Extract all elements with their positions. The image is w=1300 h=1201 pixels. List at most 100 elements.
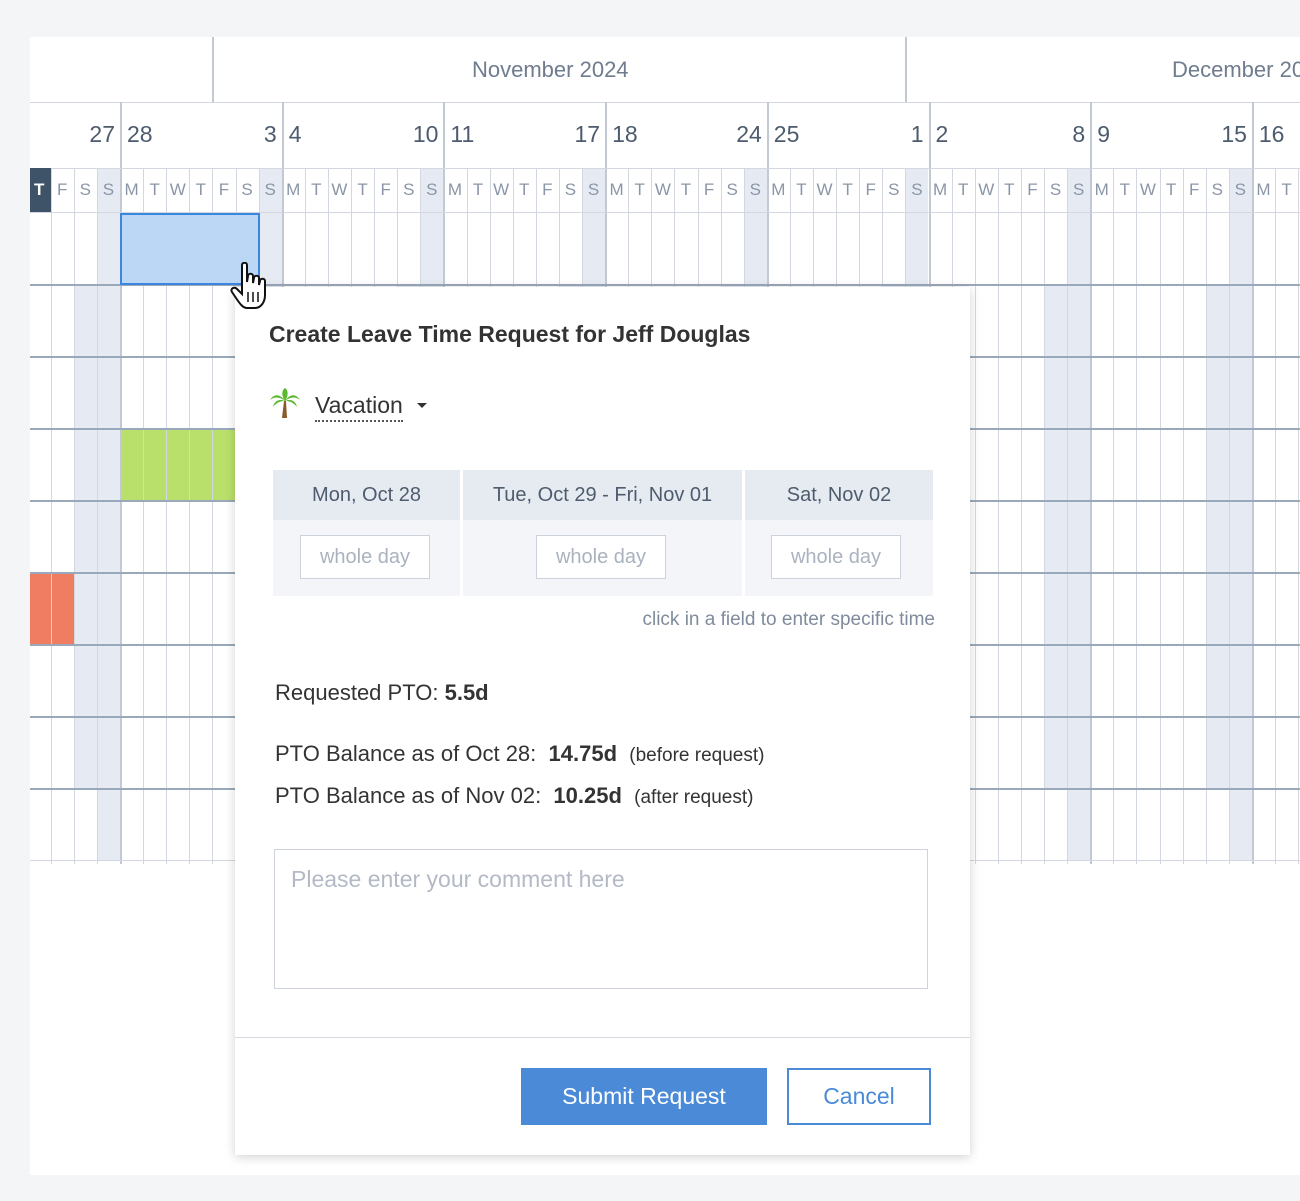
day-letter[interactable]: W — [328, 168, 351, 212]
day-letter[interactable]: T — [628, 168, 651, 212]
date-column-header: Mon, Oct 28 — [273, 470, 460, 520]
day-letter[interactable]: W — [651, 168, 674, 212]
comment-input[interactable] — [274, 849, 928, 989]
day-letter[interactable]: M — [443, 168, 466, 212]
day-letter[interactable]: S — [1206, 168, 1229, 212]
day-letter[interactable]: W — [490, 168, 513, 212]
day-letter[interactable]: T — [790, 168, 813, 212]
day-letter[interactable]: T — [513, 168, 536, 212]
day-letter[interactable]: M — [929, 168, 952, 212]
time-field[interactable]: whole day — [300, 535, 430, 579]
weekend-shade — [96, 645, 120, 717]
day-letter[interactable]: S — [559, 168, 582, 212]
weekend-shade — [1228, 789, 1252, 861]
weekend-shade — [1067, 717, 1091, 789]
day-divider — [974, 168, 976, 864]
cancel-button[interactable]: Cancel — [787, 1068, 931, 1125]
day-letter[interactable]: T — [836, 168, 859, 212]
day-letter[interactable]: F — [1183, 168, 1206, 212]
day-letter[interactable]: S — [744, 168, 767, 212]
footer-divider — [235, 1037, 970, 1038]
day-letter[interactable]: T — [351, 168, 374, 212]
dialog-title: Create Leave Time Request for Jeff Dougl… — [269, 321, 751, 347]
day-letter[interactable]: W — [1136, 168, 1159, 212]
day-letter[interactable]: T — [998, 168, 1021, 212]
day-letter[interactable]: S — [582, 168, 605, 212]
today-day-letter[interactable]: T — [30, 168, 51, 212]
day-letter[interactable]: T — [305, 168, 328, 212]
day-letter[interactable]: F — [536, 168, 559, 212]
weekend-shade — [1067, 573, 1091, 645]
day-letter[interactable]: T — [467, 168, 490, 212]
weekend-shade — [1228, 717, 1252, 789]
weekend-shade — [1067, 357, 1091, 429]
day-letter[interactable]: S — [97, 168, 120, 212]
weekend-shade — [582, 213, 606, 285]
day-letter[interactable]: S — [397, 168, 420, 212]
weekend-shade — [96, 429, 120, 501]
weekend-shade — [1044, 429, 1068, 501]
day-divider — [997, 168, 999, 864]
day-letter[interactable]: M — [767, 168, 790, 212]
day-letter[interactable]: T — [189, 168, 212, 212]
week-start-label: 25 — [773, 121, 800, 147]
day-letter[interactable]: S — [1067, 168, 1090, 212]
day-divider — [1228, 168, 1230, 864]
day-letter[interactable]: F — [698, 168, 721, 212]
day-letter[interactable]: S — [882, 168, 905, 212]
weekend-shade — [1044, 717, 1068, 789]
day-letter[interactable]: F — [51, 168, 74, 212]
date-column-header: Tue, Oct 29 - Fri, Nov 01 — [463, 470, 742, 520]
weekend-shade — [1067, 429, 1091, 501]
day-letter[interactable]: W — [166, 168, 189, 212]
day-divider — [1044, 168, 1045, 864]
day-letter[interactable]: T — [674, 168, 697, 212]
weekend-shade — [1205, 645, 1229, 717]
time-field[interactable]: whole day — [536, 535, 666, 579]
weekend-shade — [96, 573, 120, 645]
day-letter[interactable]: S — [74, 168, 97, 212]
week-end-label: 24 — [736, 121, 762, 147]
balance-after-note: (after request) — [634, 787, 754, 808]
day-letter[interactable]: T — [1275, 168, 1298, 212]
week-start-label: 4 — [288, 121, 302, 147]
day-divider — [1159, 168, 1161, 864]
month-divider — [212, 37, 215, 102]
day-letter[interactable]: M — [282, 168, 305, 212]
week-end-label: 10 — [412, 121, 439, 147]
day-letter[interactable]: M — [1252, 168, 1275, 212]
day-letter[interactable]: F — [859, 168, 882, 212]
requested-pto: Requested PTO: 5.5d — [275, 680, 489, 706]
day-letter[interactable]: F — [212, 168, 235, 212]
day-letter[interactable]: W — [813, 168, 836, 212]
day-letter[interactable]: F — [374, 168, 397, 212]
day-letter[interactable]: S — [905, 168, 928, 212]
day-letter[interactable]: M — [1090, 168, 1113, 212]
day-letter[interactable]: S — [259, 168, 282, 212]
time-field[interactable]: whole day — [771, 535, 901, 579]
leave-block[interactable] — [30, 573, 74, 645]
weekend-shade — [1205, 573, 1229, 645]
day-letter[interactable]: F — [1021, 168, 1044, 212]
day-letter[interactable]: S — [1229, 168, 1252, 212]
weekend-shade — [73, 429, 97, 501]
caret-down-icon — [416, 403, 427, 408]
day-letter[interactable]: M — [120, 168, 143, 212]
day-letter[interactable]: S — [420, 168, 443, 212]
day-letter[interactable]: W — [975, 168, 998, 212]
weekend-shade — [1044, 645, 1068, 717]
day-letter[interactable]: T — [1160, 168, 1183, 212]
day-letter[interactable]: S — [721, 168, 744, 212]
day-letter[interactable]: M — [605, 168, 628, 212]
requested-pto-value: 5.5d — [444, 680, 489, 705]
week-start-label: 18 — [612, 121, 638, 147]
leave-type-dropdown[interactable]: Vacation — [269, 387, 427, 424]
day-letter[interactable]: S — [236, 168, 259, 212]
weekend-shade — [1044, 501, 1068, 573]
day-letter[interactable]: T — [143, 168, 166, 212]
submit-request-button[interactable]: Submit Request — [521, 1068, 767, 1125]
day-letter[interactable]: T — [1113, 168, 1136, 212]
day-letter[interactable]: T — [952, 168, 975, 212]
weekend-shade — [1067, 285, 1091, 357]
day-letter[interactable]: S — [1044, 168, 1067, 212]
